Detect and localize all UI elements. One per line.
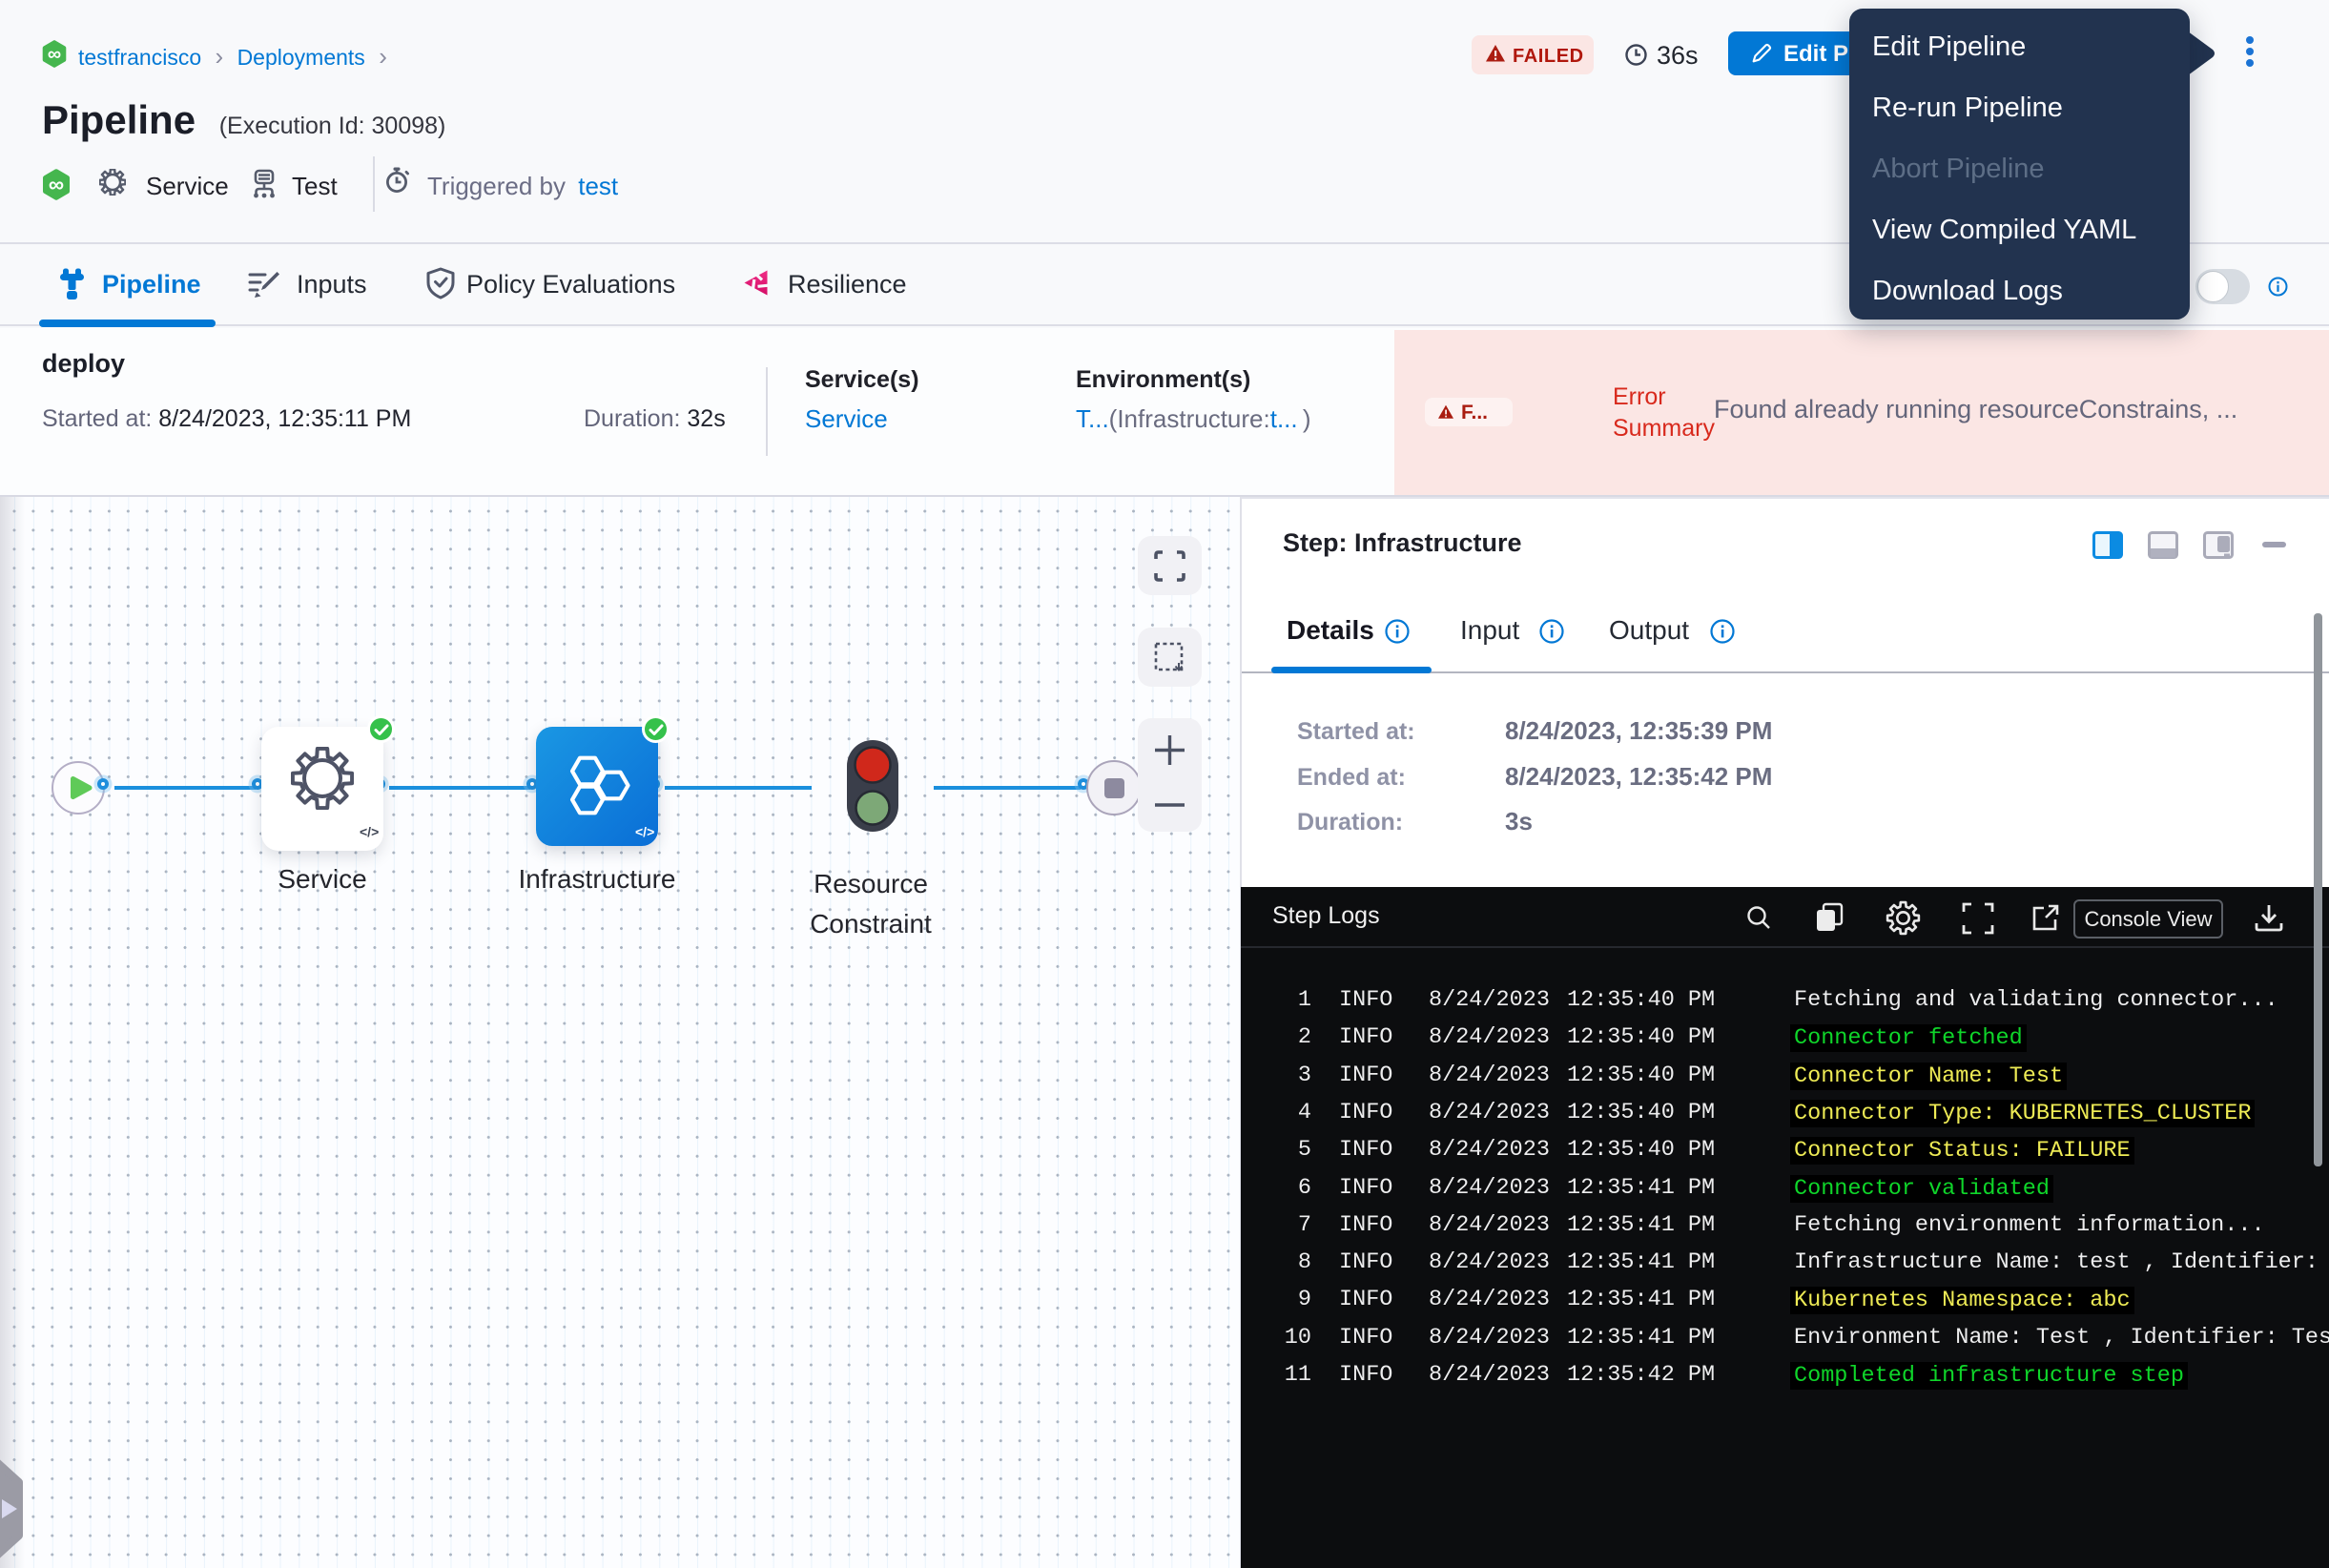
svg-text:∞: ∞ bbox=[49, 172, 64, 196]
svg-text:∞: ∞ bbox=[48, 44, 61, 65]
